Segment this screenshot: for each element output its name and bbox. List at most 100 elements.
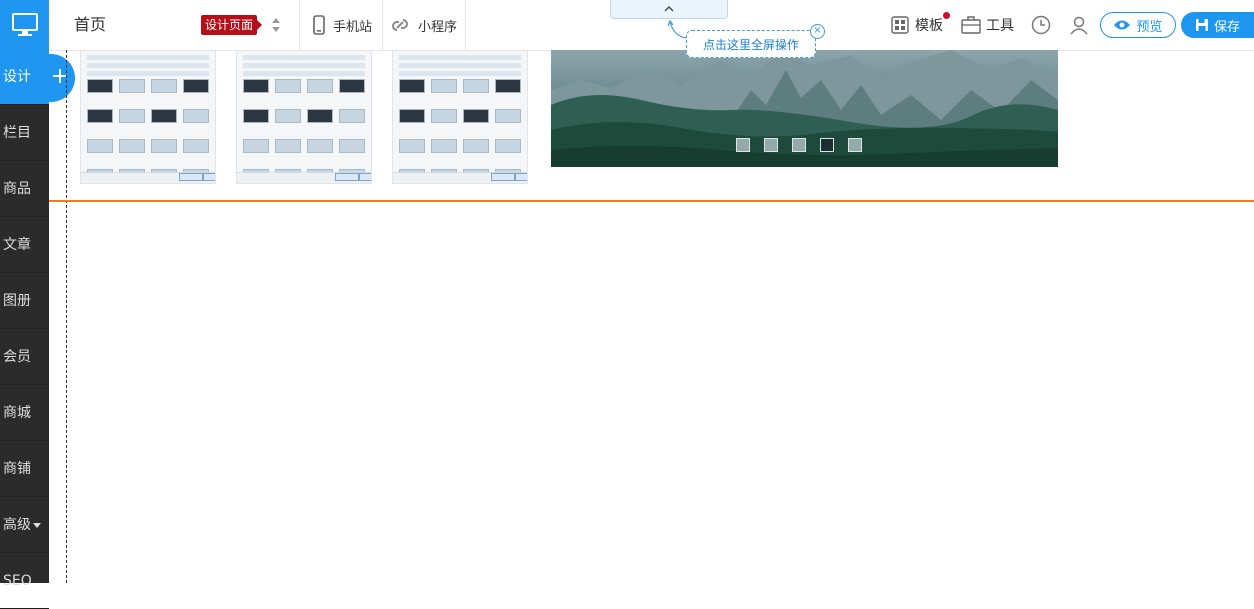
thumbnail-image: [243, 109, 269, 123]
sidebar-item-articles[interactable]: 文章: [0, 218, 49, 273]
mobile-label: 手机站: [333, 19, 373, 35]
toolbar-strip: [87, 55, 209, 60]
chevron-down-icon: [33, 522, 41, 528]
miniprogram-button[interactable]: 小程序: [390, 0, 457, 50]
thumbnail-image: [495, 139, 521, 153]
sidebar-item-products[interactable]: 商品: [0, 162, 49, 217]
page-title[interactable]: 首页: [74, 0, 106, 50]
toolbar-strip: [87, 63, 209, 68]
thumbnail-image: [307, 109, 333, 123]
dialog-footer: [81, 172, 215, 183]
sidebar-item-albums[interactable]: 图册: [0, 274, 49, 329]
sidebar-item-advanced[interactable]: 高级: [0, 498, 49, 553]
collapse-toolbar-tab[interactable]: [610, 0, 728, 19]
history-button[interactable]: [1031, 0, 1051, 50]
image-module[interactable]: [392, 50, 528, 184]
thumbnail-image: [119, 109, 145, 123]
thumbnail-image: [339, 79, 365, 93]
sidebar-item-shops[interactable]: 商铺: [0, 442, 49, 497]
toolbar-strip: [243, 55, 365, 60]
template-label: 模板: [915, 18, 943, 34]
sidebar-item-label: 高级: [3, 517, 31, 533]
thumbnail-image: [119, 139, 145, 153]
tools-button[interactable]: 工具: [961, 0, 1014, 50]
thumbnail-image: [151, 79, 177, 93]
thumbnail-image: [119, 79, 145, 93]
slider-pagination: [736, 138, 862, 152]
section-divider: [49, 200, 1254, 202]
slide-dot[interactable]: [736, 138, 750, 152]
sidebar-item-members[interactable]: 会员: [0, 330, 49, 385]
image-module[interactable]: [236, 50, 372, 184]
chevron-up-icon: [664, 6, 674, 12]
thumbnail-image: [183, 79, 209, 93]
thumbnail-image: [399, 139, 425, 153]
preview-button[interactable]: 预览: [1100, 12, 1176, 38]
thumbnail-image: [87, 109, 113, 123]
thumbnail-image: [463, 109, 489, 123]
template-button[interactable]: 模板: [891, 0, 943, 50]
thumbnail-image: [463, 79, 489, 93]
dialog-footer: [237, 172, 371, 183]
thumbnail-image: [275, 109, 301, 123]
thumbnail-image: [495, 79, 521, 93]
sidebar-item-design[interactable]: 设计: [0, 50, 49, 105]
sidebar-item-mall[interactable]: 商城: [0, 386, 49, 441]
thumbnail-image: [495, 109, 521, 123]
sidebar-item-columns[interactable]: 栏目: [0, 106, 49, 161]
thumbnail-image: [431, 79, 457, 93]
save-icon: [1195, 19, 1208, 31]
save-button[interactable]: 保存: [1181, 12, 1254, 38]
slide-dot[interactable]: [848, 138, 862, 152]
fullscreen-tip[interactable]: 点击这里全屏操作: [686, 30, 816, 58]
slide-dot[interactable]: [792, 138, 806, 152]
design-page-badge: 设计页面: [201, 15, 263, 35]
thumbnail-image: [431, 109, 457, 123]
history-icon: [1031, 15, 1051, 35]
save-label: 保存: [1213, 19, 1240, 35]
thumbnail-image: [151, 139, 177, 153]
toolbar-strip: [399, 63, 521, 68]
image-module[interactable]: [80, 50, 216, 184]
sidebar-item-seo[interactable]: SEO: [0, 554, 49, 609]
preview-label: 预览: [1136, 19, 1163, 35]
miniprogram-label: 小程序: [418, 19, 458, 35]
link-icon: [392, 19, 408, 31]
template-icon: [891, 16, 909, 34]
thumbnail-image: [275, 79, 301, 93]
divider: [299, 0, 300, 50]
account-button[interactable]: [1069, 0, 1089, 50]
thumbnail-image: [243, 79, 269, 93]
close-icon[interactable]: ×: [810, 24, 825, 39]
updown-icon[interactable]: [271, 17, 281, 33]
dialog-button: [491, 173, 515, 181]
dialog-button: [203, 173, 215, 181]
mobile-site-button[interactable]: 手机站: [313, 0, 372, 50]
guide-line: [66, 50, 67, 583]
toolbar-strip: [399, 71, 521, 76]
dialog-button: [359, 173, 371, 181]
slide-dot[interactable]: [764, 138, 778, 152]
thumbnail-image: [463, 139, 489, 153]
add-module-button[interactable]: +: [45, 54, 75, 102]
thumbnail-image: [399, 109, 425, 123]
thumbnail-image: [431, 139, 457, 153]
slide-dot-active[interactable]: [820, 138, 834, 152]
thumbnail-image: [307, 139, 333, 153]
thumbnail-image: [183, 139, 209, 153]
toolbar-strip: [399, 55, 521, 60]
user-icon: [1070, 16, 1088, 35]
thumbnail-image: [307, 79, 333, 93]
thumbnail-image: [275, 139, 301, 153]
toolbar-strip: [87, 71, 209, 76]
dialog-footer: [393, 172, 527, 183]
thumbnail-image: [87, 139, 113, 153]
dialog-button: [179, 173, 203, 181]
desktop-icon[interactable]: [0, 0, 49, 50]
sidebar: 设计 栏目 商品 文章 图册 会员 商城 商铺 高级 SEO: [0, 0, 49, 609]
eye-icon: [1114, 20, 1131, 30]
dialog-button: [515, 173, 527, 181]
toolbox-icon: [961, 16, 981, 34]
tools-label: 工具: [986, 18, 1014, 34]
notification-dot: [943, 12, 950, 19]
